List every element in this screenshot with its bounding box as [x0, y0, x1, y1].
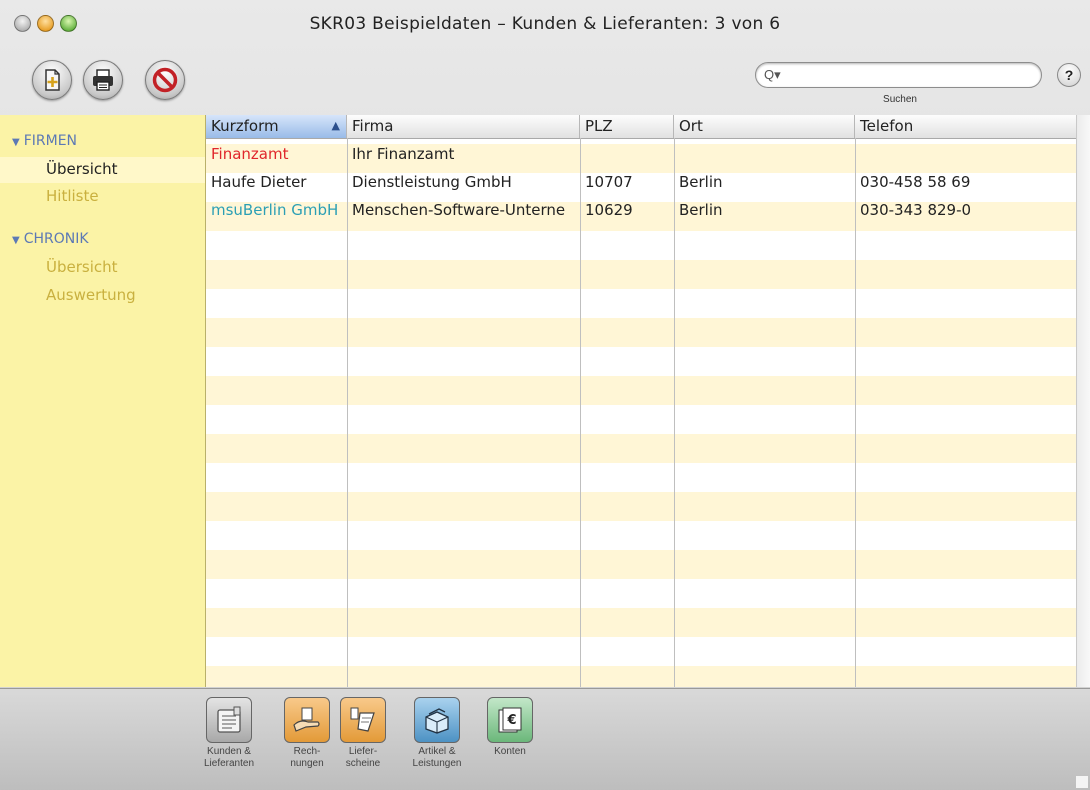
sidebar: ▼ FIRMEN Übersicht Hitliste ▼ CHRONIK Über…: [0, 115, 206, 687]
sidebar-item-chronik-uebersicht[interactable]: Übersicht: [46, 258, 118, 276]
sort-ascending-icon: ▲: [331, 119, 340, 132]
table-header: Kurzform ▲ Firma PLZ Ort Telefon: [206, 115, 1076, 139]
module-kunden-lieferanten[interactable]: [206, 697, 252, 743]
column-header-kurzform[interactable]: Kurzform ▲: [206, 115, 347, 138]
cell-telefon: [855, 140, 1076, 169]
address-book-icon: [217, 706, 241, 733]
sidebar-item-hitliste[interactable]: Hitliste: [46, 187, 99, 205]
module-label: Artikel & Leistungen: [412, 746, 462, 769]
help-button[interactable]: ?: [1057, 63, 1081, 87]
new-record-button[interactable]: [32, 60, 72, 100]
disclosure-triangle-icon[interactable]: ▼: [12, 235, 20, 246]
resize-handle[interactable]: [1076, 776, 1088, 788]
euro-ledger-icon: €: [498, 707, 522, 733]
print-button[interactable]: [83, 60, 123, 100]
new-document-icon: [45, 69, 60, 91]
sidebar-section-label: CHRONIK: [23, 231, 89, 247]
title-bar: SKR03 Beispieldaten – Kunden & Lieferant…: [0, 0, 1090, 50]
search-label: Suchen: [883, 94, 917, 105]
cell-firma: Menschen-Software-Unterne: [352, 201, 566, 219]
module-lieferscheine[interactable]: [340, 697, 386, 743]
delivery-note-icon: [350, 707, 375, 732]
sidebar-section-chronik[interactable]: ▼ CHRONIK: [12, 231, 89, 247]
column-header-plz[interactable]: PLZ: [580, 115, 674, 138]
cell-firma: Dienstleistung GmbH: [352, 173, 512, 191]
sidebar-item-firmen-uebersicht[interactable]: Übersicht: [46, 160, 118, 178]
sidebar-section-label: FIRMEN: [23, 133, 78, 149]
cell-kurzform: Finanzamt: [211, 145, 289, 163]
table-scrollbar-track[interactable]: [1076, 115, 1090, 687]
search-input[interactable]: Q▾: [755, 62, 1042, 88]
window-title: SKR03 Beispieldaten – Kunden & Lieferant…: [309, 14, 781, 34]
module-rechnungen[interactable]: [284, 697, 330, 743]
search-icon[interactable]: Q▾: [764, 67, 781, 83]
disclosure-triangle-icon[interactable]: ▼: [12, 137, 20, 148]
column-header-telefon[interactable]: Telefon: [855, 115, 1076, 138]
module-label: Konten: [494, 746, 526, 757]
app-window: SKR03 Beispieldaten – Kunden & Lieferant…: [0, 0, 1090, 790]
delete-button[interactable]: [145, 60, 185, 100]
cell-ort: Berlin: [679, 173, 723, 191]
cell-kurzform: msuBerlin GmbH: [211, 201, 339, 219]
sidebar-section-firmen[interactable]: ▼ FIRMEN: [12, 133, 77, 149]
printer-icon: [93, 69, 113, 91]
sidebar-item-auswertung[interactable]: Auswertung: [46, 286, 136, 304]
module-label: Liefer- scheine: [345, 746, 381, 769]
column-header-ort[interactable]: Ort: [674, 115, 855, 138]
invoice-hand-icon: [293, 707, 320, 732]
svg-text:€: €: [506, 713, 516, 728]
cell-kurzform: Haufe Dieter: [211, 173, 307, 191]
cell-plz: 10707: [585, 173, 633, 191]
cell-ort: Berlin: [679, 201, 723, 219]
product-box-icon: [425, 708, 449, 734]
module-artikel-leistungen[interactable]: [414, 697, 460, 743]
module-bar: Kunden & Lieferanten Rech- nungen Liefer…: [0, 688, 1090, 790]
cell-telefon: 030-458 58 69: [860, 173, 971, 191]
prohibited-icon: [152, 67, 178, 93]
module-label: Kunden & Lieferanten: [203, 746, 255, 769]
module-konten[interactable]: €: [487, 697, 533, 743]
cell-ort: [674, 140, 855, 169]
module-label: Rech- nungen: [290, 746, 324, 769]
companies-table: Kurzform ▲ Firma PLZ Ort Telefon Finanza…: [206, 115, 1076, 687]
cell-plz: [580, 140, 674, 169]
cell-plz: 10629: [585, 201, 633, 219]
cell-telefon: 030-343 829-0: [860, 201, 972, 219]
cell-firma: Ihr Finanzamt: [352, 145, 455, 163]
column-header-firma[interactable]: Firma: [347, 115, 580, 138]
column-header-label: Kurzform: [211, 117, 279, 135]
